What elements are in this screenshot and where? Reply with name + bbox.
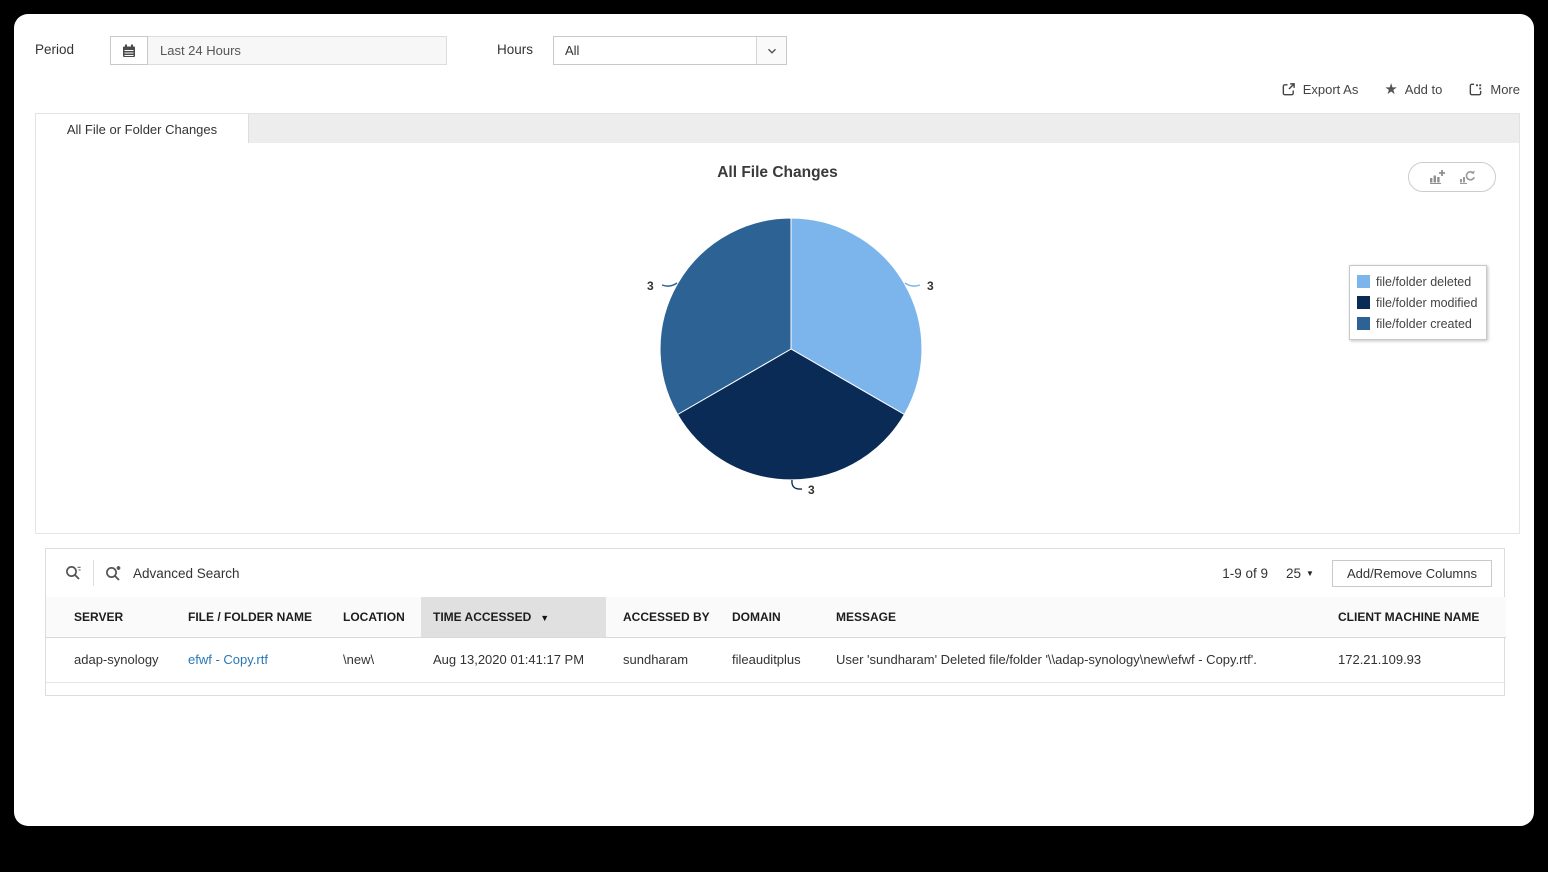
record-range: 1-9 of 9 <box>1222 566 1268 581</box>
column-search-icon[interactable] <box>64 564 83 583</box>
legend-label: file/folder created <box>1376 317 1472 331</box>
toolbar-divider <box>93 560 94 586</box>
calendar-icon <box>121 43 137 59</box>
legend-label: file/folder deleted <box>1376 275 1471 289</box>
legend-item-deleted[interactable]: file/folder deleted <box>1357 271 1477 292</box>
chart-legend: file/folder deleted file/folder modified… <box>1349 265 1487 340</box>
legend-swatch-modified <box>1357 296 1370 309</box>
calendar-button[interactable] <box>110 36 148 65</box>
col-header-message[interactable]: MESSAGE <box>819 597 1326 637</box>
pie-chart: 3 3 3 <box>36 143 1521 532</box>
chevron-down-icon <box>756 37 786 64</box>
report-actions: Export As ★ Add to More <box>1281 76 1520 102</box>
pie-label-created: 3 <box>647 279 654 293</box>
advanced-search-label[interactable]: Advanced Search <box>133 566 240 581</box>
legend-swatch-deleted <box>1357 275 1370 288</box>
table-header-row: SERVER FILE / FOLDER NAME LOCATION TIME … <box>46 597 1506 637</box>
add-remove-columns-button[interactable]: Add/Remove Columns <box>1332 560 1492 587</box>
label-connector-created <box>662 283 677 286</box>
tab-all-file-or-folder-changes[interactable]: All File or Folder Changes <box>36 114 249 144</box>
col-header-domain[interactable]: DOMAIN <box>715 597 819 637</box>
col-header-file-folder-name[interactable]: FILE / FOLDER NAME <box>176 597 331 637</box>
export-icon <box>1281 82 1296 97</box>
filter-bar: Period Hours All <box>14 14 1534 84</box>
grid-toolbar: Advanced Search 1-9 of 9 25 ▼ Add/Remove… <box>46 549 1504 597</box>
label-connector-modified <box>792 480 802 489</box>
col-header-label: TIME ACCESSED <box>433 610 531 624</box>
col-header-location[interactable]: LOCATION <box>331 597 421 637</box>
file-link[interactable]: efwf - Copy.rtf <box>188 652 268 667</box>
legend-item-created[interactable]: file/folder created <box>1357 313 1477 334</box>
more-icon <box>1468 82 1483 97</box>
cell-client-machine-name: 172.21.109.93 <box>1326 637 1506 682</box>
export-as-button[interactable]: Export As <box>1281 82 1359 97</box>
period-label: Period <box>35 42 74 57</box>
page-size-dropdown[interactable]: 25 ▼ <box>1286 566 1314 581</box>
more-button[interactable]: More <box>1468 82 1520 97</box>
advanced-search-icon[interactable] <box>104 564 123 583</box>
cell-accessed-by: sundharam <box>606 637 715 682</box>
col-header-accessed-by[interactable]: ACCESSED BY <box>606 597 715 637</box>
pagination-tools: 1-9 of 9 25 ▼ Add/Remove Columns <box>1222 560 1492 587</box>
cell-file-folder-name: efwf - Copy.rtf <box>176 637 331 682</box>
cell-server: adap-synology <box>46 637 176 682</box>
hours-label: Hours <box>497 42 533 57</box>
col-header-server[interactable]: SERVER <box>46 597 176 637</box>
hours-selected-value: All <box>565 43 579 58</box>
table-row: adap-synology efwf - Copy.rtf \new\ Aug … <box>46 637 1506 682</box>
sort-desc-icon: ▼ <box>540 613 549 623</box>
col-header-time-accessed[interactable]: TIME ACCESSED ▼ <box>421 597 606 637</box>
chart-panel: All File Changes 3 3 3 file/fo <box>35 143 1520 534</box>
cell-domain: fileauditplus <box>715 637 819 682</box>
legend-label: file/folder modified <box>1376 296 1477 310</box>
report-page: Period Hours All Export As ★ Add to <box>14 14 1534 826</box>
hours-select[interactable]: All <box>553 36 787 65</box>
tab-strip: All File or Folder Changes <box>35 113 1520 143</box>
tab-label: All File or Folder Changes <box>67 122 217 137</box>
legend-item-modified[interactable]: file/folder modified <box>1357 292 1477 313</box>
cell-location: \new\ <box>331 637 421 682</box>
search-tools: Advanced Search <box>64 560 240 586</box>
caret-down-icon: ▼ <box>1306 569 1314 578</box>
pie-label-modified: 3 <box>808 483 815 497</box>
period-input[interactable] <box>148 36 447 65</box>
cell-time-accessed: Aug 13,2020 01:41:17 PM <box>421 637 606 682</box>
export-as-label: Export As <box>1303 82 1359 97</box>
label-connector-deleted <box>905 283 920 286</box>
results-table-card: Advanced Search 1-9 of 9 25 ▼ Add/Remove… <box>45 548 1505 696</box>
cell-message: User 'sundharam' Deleted file/folder '\\… <box>819 637 1326 682</box>
star-icon: ★ <box>1384 82 1397 97</box>
pie-label-deleted: 3 <box>927 279 934 293</box>
page-size-value: 25 <box>1286 566 1301 581</box>
add-to-button[interactable]: ★ Add to <box>1384 82 1442 97</box>
more-label: More <box>1490 82 1520 97</box>
results-table: SERVER FILE / FOLDER NAME LOCATION TIME … <box>46 597 1506 683</box>
legend-swatch-created <box>1357 317 1370 330</box>
col-header-client-machine-name[interactable]: CLIENT MACHINE NAME <box>1326 597 1506 637</box>
add-to-label: Add to <box>1405 82 1443 97</box>
